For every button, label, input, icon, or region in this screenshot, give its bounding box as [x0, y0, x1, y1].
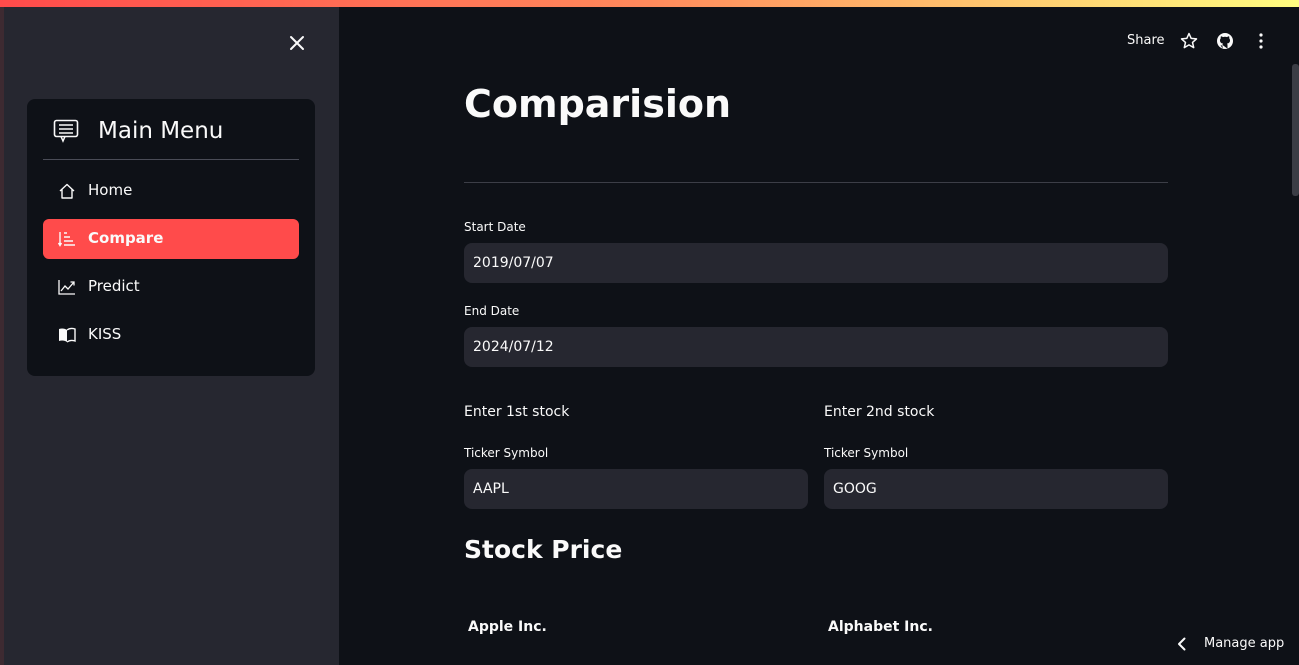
top-decoration-bar [0, 0, 1299, 7]
menu-card-icon [53, 119, 79, 143]
house-icon [59, 183, 75, 199]
chevron-left-icon [1178, 637, 1186, 651]
sidebar-item-home[interactable]: Home [43, 171, 299, 211]
manage-app-label: Manage app [1204, 636, 1285, 651]
stock2-heading: Enter 2nd stock [824, 404, 935, 420]
share-button[interactable]: Share [1127, 33, 1165, 48]
sidebar: Main Menu Home Compare Predict KISS [4, 7, 339, 665]
end-date-input[interactable]: 2024/07/12 [464, 327, 1168, 367]
page-title: Comparision [464, 82, 732, 126]
company2-name: Alphabet Inc. [828, 619, 933, 635]
sidebar-item-predict[interactable]: Predict [43, 267, 299, 307]
sidebar-item-label: Predict [88, 277, 140, 295]
main-menu: Main Menu Home Compare Predict KISS [27, 99, 315, 376]
stock1-heading: Enter 1st stock [464, 404, 570, 420]
section-title: Stock Price [464, 535, 623, 564]
ticker2-label: Ticker Symbol [824, 446, 909, 460]
end-date-label: End Date [464, 304, 520, 318]
ticker2-input[interactable]: GOOG [824, 469, 1168, 509]
sidebar-item-compare[interactable]: Compare [43, 219, 299, 259]
more-vertical-icon[interactable] [1252, 32, 1270, 50]
ticker1-label: Ticker Symbol [464, 446, 549, 460]
manage-app-button[interactable]: Manage app [1170, 632, 1290, 656]
book-icon [59, 327, 76, 343]
sidebar-item-label: Compare [88, 229, 164, 247]
menu-title: Main Menu [98, 118, 224, 144]
start-date-label: Start Date [464, 220, 526, 234]
sidebar-item-label: Home [88, 181, 133, 199]
sidebar-item-label: KISS [88, 325, 122, 343]
company1-name: Apple Inc. [468, 619, 547, 635]
graph-up-icon [58, 280, 75, 295]
scrollbar-thumb[interactable] [1292, 64, 1299, 196]
menu-header: Main Menu [43, 99, 299, 160]
close-icon[interactable] [287, 33, 307, 53]
ticker1-input[interactable]: AAPL [464, 469, 808, 509]
divider [464, 182, 1168, 183]
sidebar-item-kiss[interactable]: KISS [43, 315, 299, 355]
github-icon[interactable] [1216, 32, 1234, 50]
sort-list-icon [58, 232, 75, 247]
star-icon[interactable] [1180, 32, 1198, 50]
start-date-input[interactable]: 2019/07/07 [464, 243, 1168, 283]
